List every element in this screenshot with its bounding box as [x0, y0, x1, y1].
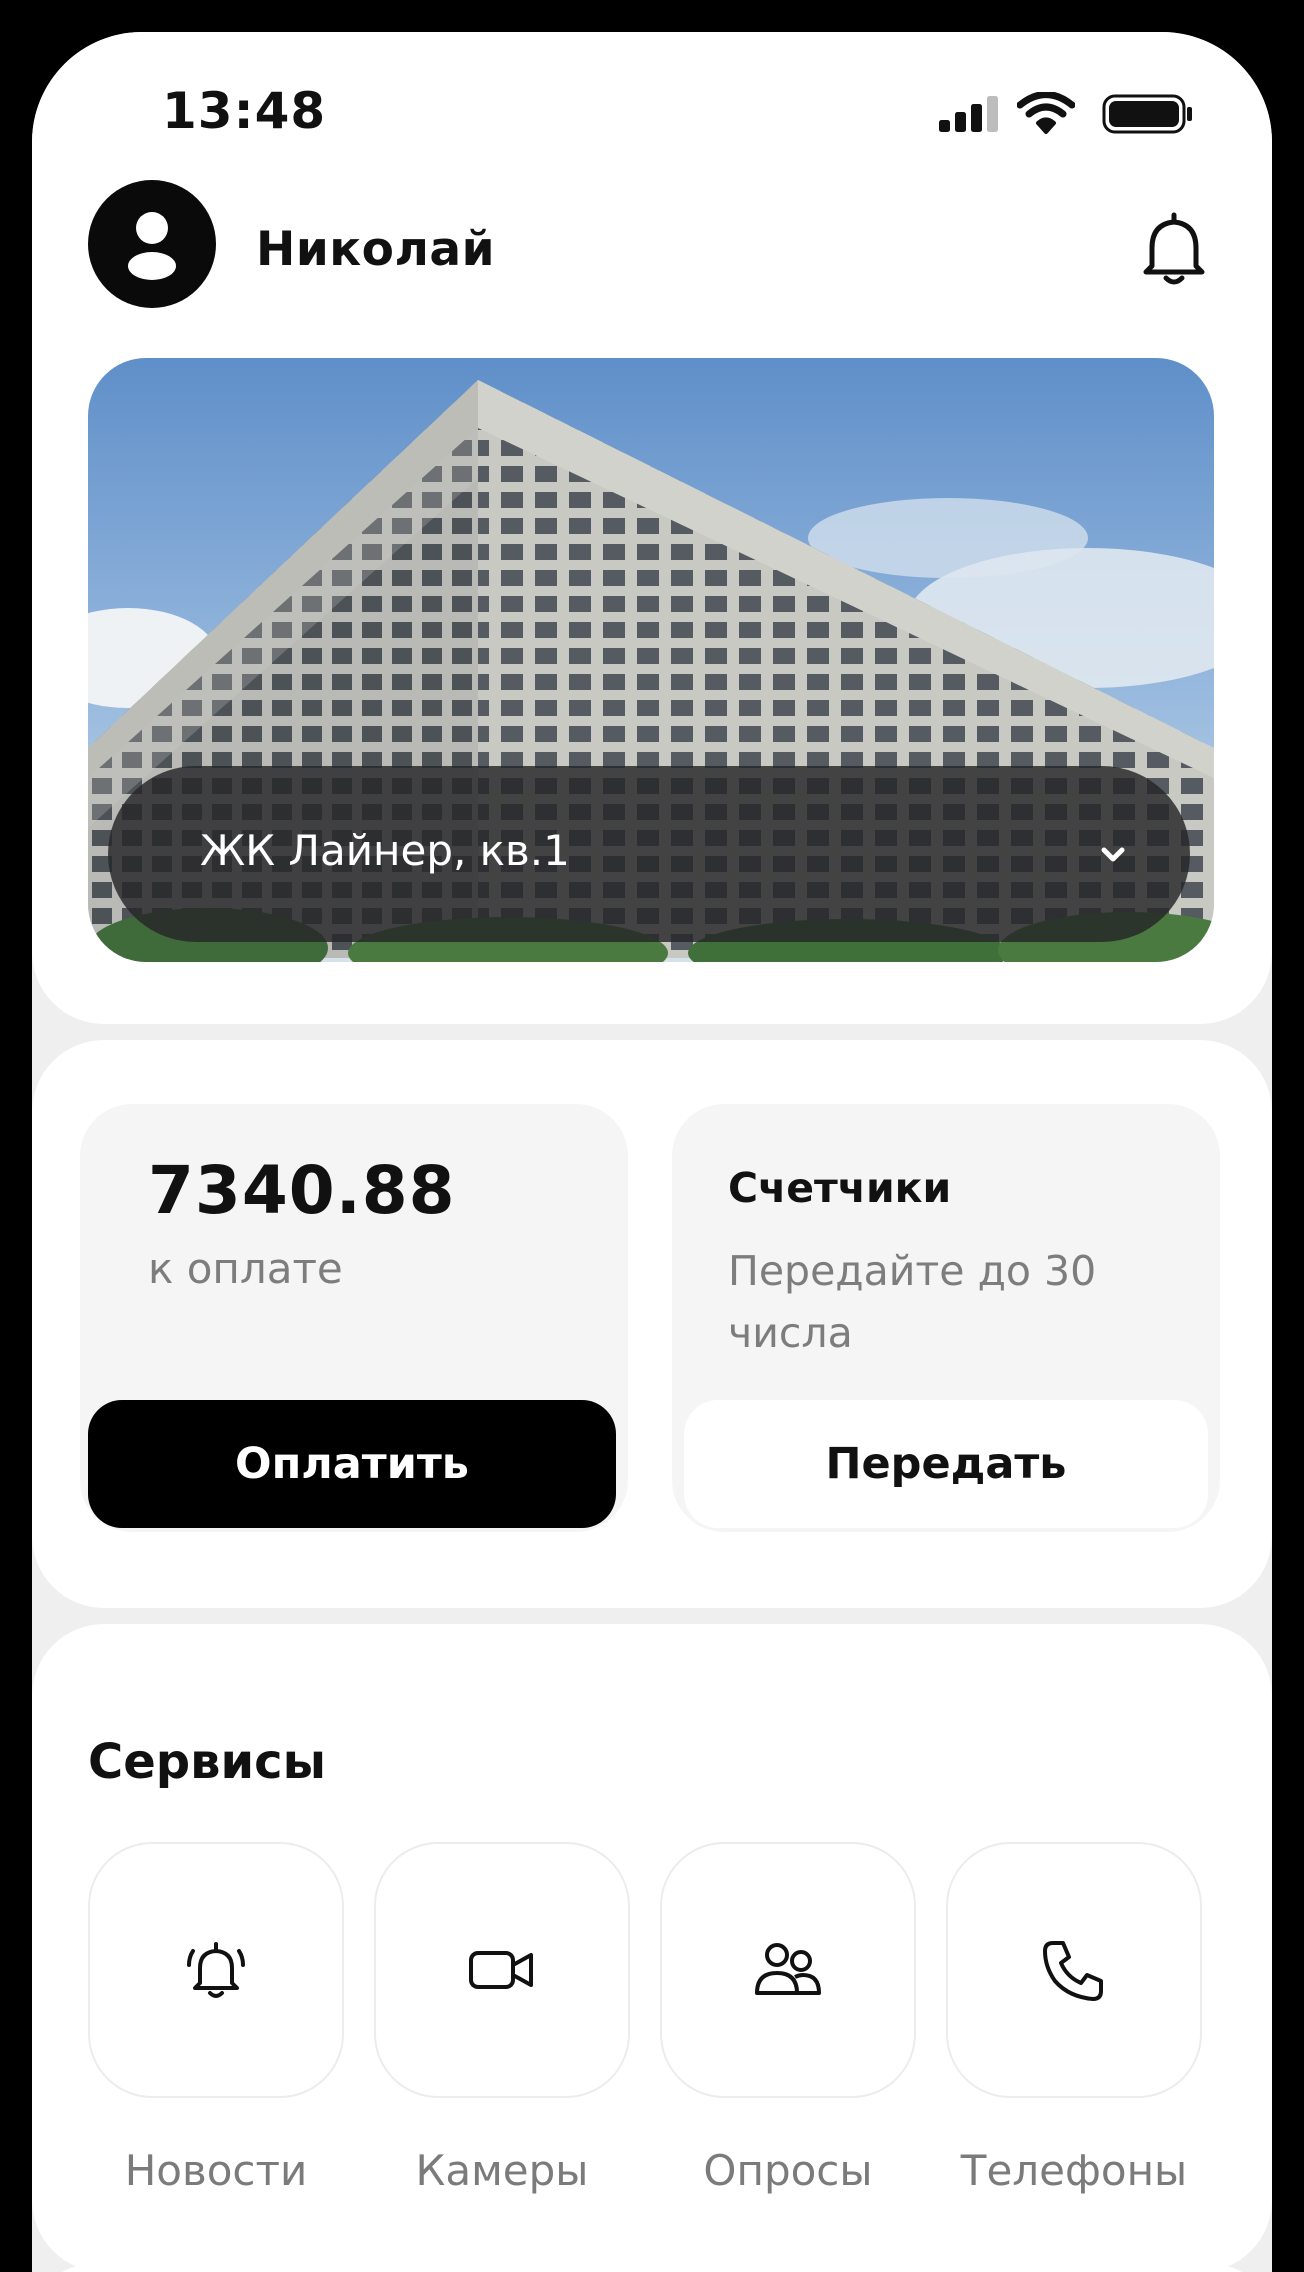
amount-due: 7340.88	[148, 1152, 456, 1229]
service-polls[interactable]: Опросы	[660, 1842, 918, 2195]
service-phones[interactable]: Телефоны	[946, 1842, 1204, 2195]
amount-caption: к оплате	[148, 1244, 343, 1293]
cellular-signal-icon	[939, 96, 998, 132]
service-cameras-tile[interactable]	[374, 1842, 630, 2098]
service-news-tile[interactable]	[88, 1842, 344, 2098]
service-news[interactable]: Новости	[88, 1842, 346, 2195]
submit-readings-button[interactable]: Передать	[684, 1400, 1208, 1528]
app-screen: 13:48 Николай ЖК Лайнер, кв.1 7340.88 к …	[32, 32, 1272, 2272]
bell-icon	[1143, 212, 1205, 285]
pay-button[interactable]: Оплатить	[88, 1400, 616, 1528]
service-polls-tile[interactable]	[660, 1842, 916, 2098]
alarm-bell-icon	[187, 1942, 245, 1998]
finance-card: 7340.88 к оплате Оплатить Счетчики Перед…	[32, 1040, 1272, 1608]
status-time: 13:48	[162, 82, 327, 140]
service-cameras-label: Камеры	[415, 2146, 589, 2195]
services-title: Сервисы	[88, 1734, 327, 1790]
wifi-icon	[1017, 92, 1075, 134]
payment-tile: 7340.88 к оплате Оплатить	[80, 1104, 628, 1532]
service-phones-label: Телефоны	[960, 2146, 1188, 2195]
next-card	[32, 2264, 1272, 2272]
address-selector[interactable]: ЖК Лайнер, кв.1	[108, 766, 1190, 942]
service-cameras[interactable]: Камеры	[374, 1842, 632, 2195]
user-name: Николай	[256, 222, 496, 277]
meters-tile: Счетчики Передайте до 30 числа Передать	[672, 1104, 1220, 1532]
property-card[interactable]: ЖК Лайнер, кв.1	[88, 358, 1214, 962]
avatar[interactable]	[88, 180, 216, 308]
people-icon	[755, 1943, 821, 1995]
meters-subtitle: Передайте до 30 числа	[728, 1247, 1097, 1357]
address-text: ЖК Лайнер, кв.1	[200, 826, 570, 875]
meters-title: Счетчики	[728, 1164, 952, 1212]
battery-icon	[1102, 94, 1192, 134]
chevron-down-icon	[1101, 847, 1125, 862]
video-camera-icon	[469, 1951, 533, 1989]
notifications-button[interactable]	[1140, 210, 1208, 290]
services-card: Сервисы Новости Камеры Опросы Телефоны	[32, 1624, 1272, 2272]
phone-icon	[1043, 1941, 1103, 2001]
service-polls-label: Опросы	[703, 2146, 873, 2195]
header-card: 13:48 Николай ЖК Лайнер, кв.1	[32, 32, 1272, 1024]
service-phones-tile[interactable]	[946, 1842, 1202, 2098]
service-news-label: Новости	[124, 2146, 308, 2195]
status-bar: 13:48	[32, 32, 1272, 182]
